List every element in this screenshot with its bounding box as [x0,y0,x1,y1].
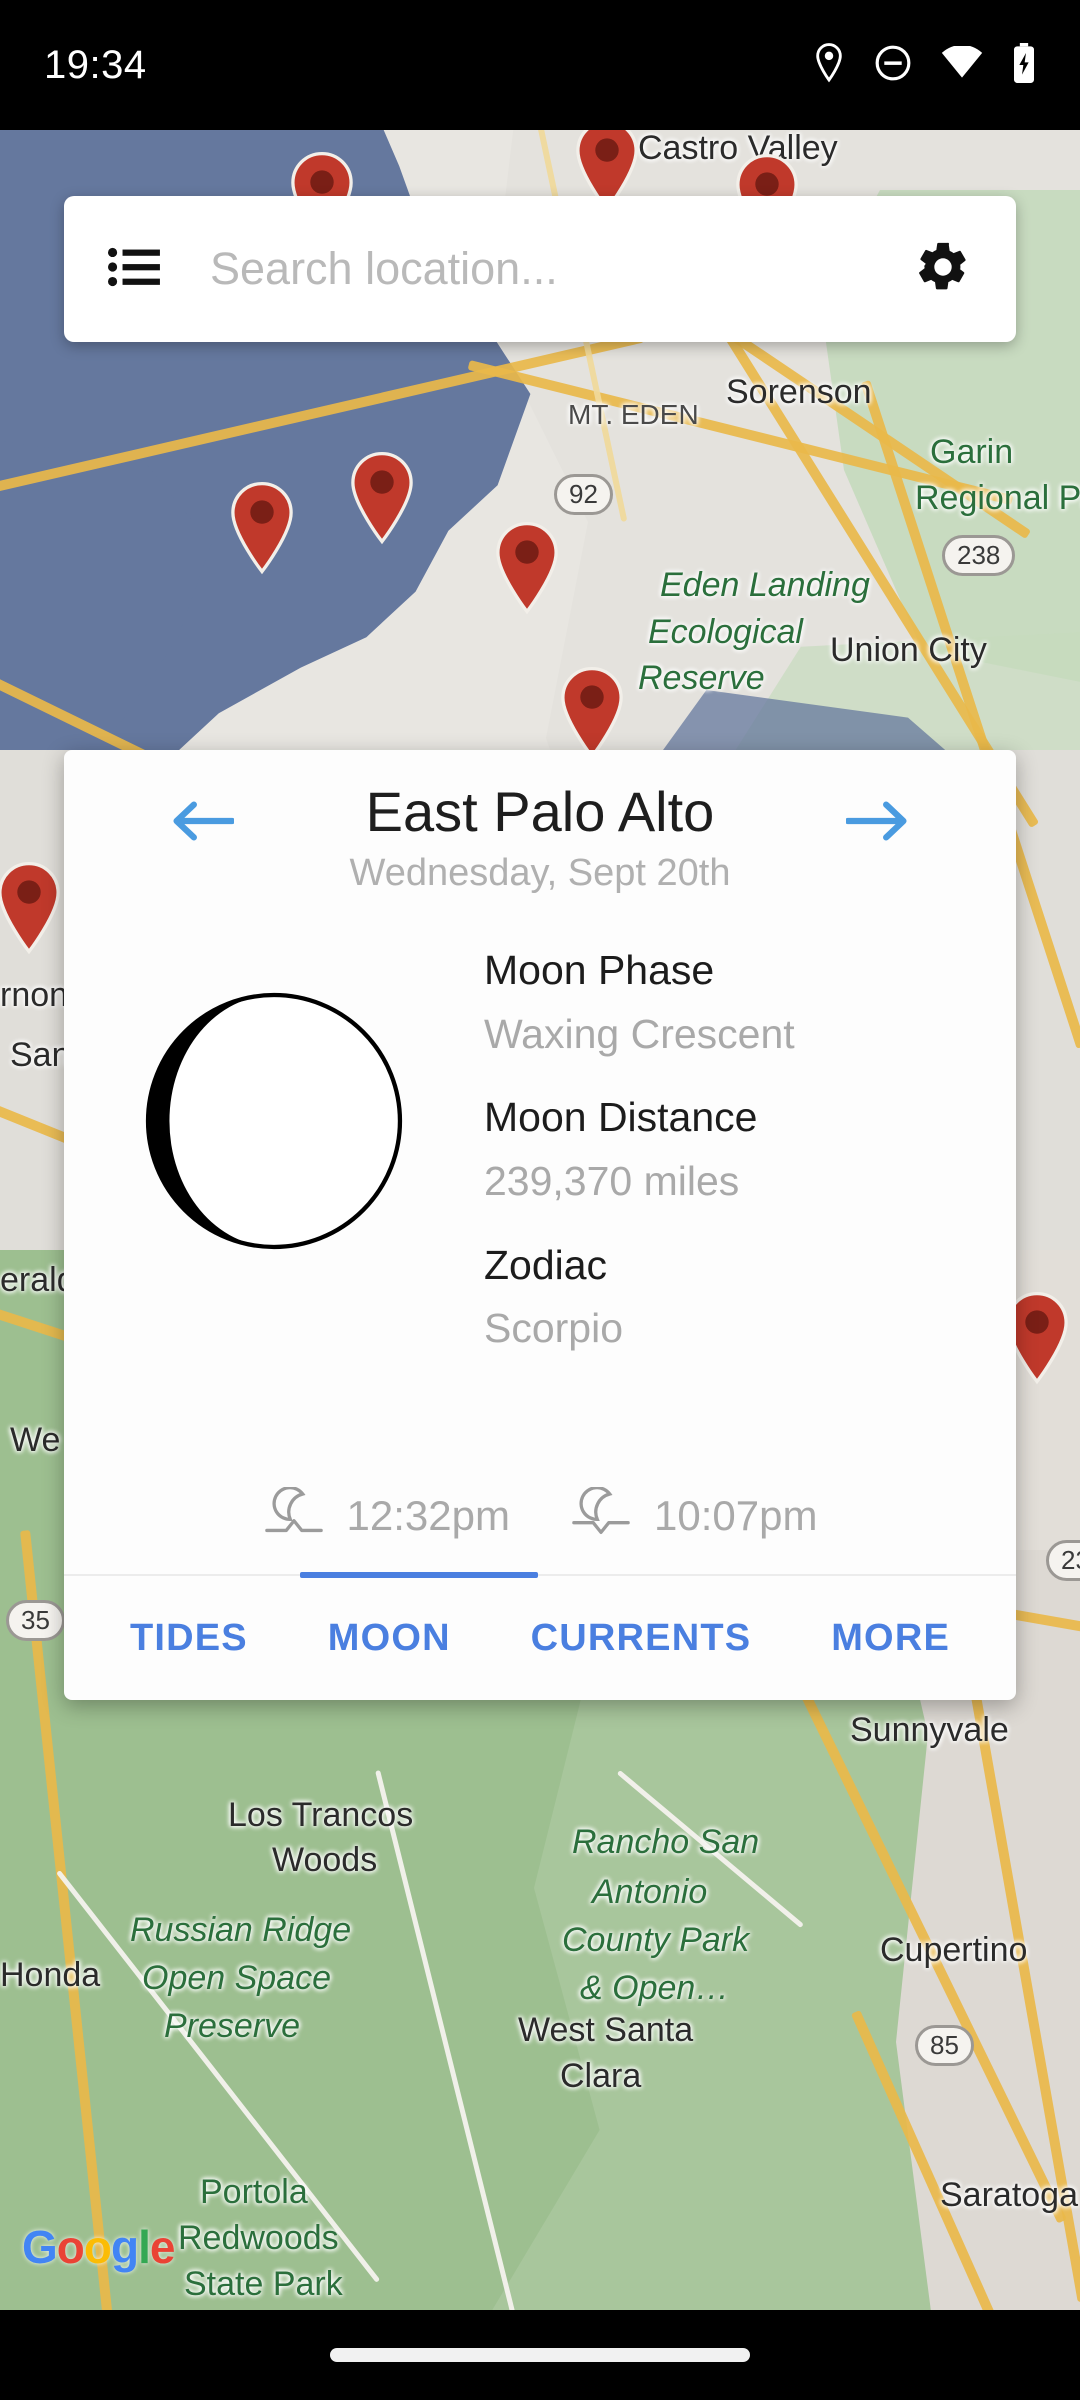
phone-screen: Castro Valley Sorenson MT. EDEN Garin Region… [0,0,1080,2400]
moon-detail-list: Moon Phase Waxing Crescent Moon Distance 23… [484,929,1016,1380]
card-body: Moon Phase Waxing Crescent Moon Distance 23… [64,895,1016,1487]
map-route-shield: 35 [6,1600,65,1642]
search-bar[interactable]: Search location... [64,196,1016,342]
map-label: Garin [930,433,1014,471]
map-label: San [10,1036,71,1074]
map-label: Ecological [648,613,803,651]
map-label: Eden Landing [660,566,870,604]
map-location-pin[interactable] [555,665,629,761]
gear-icon[interactable] [914,238,972,301]
time-value: 12:32pm [346,1491,510,1539]
moonset-icon [570,1486,632,1544]
detail-value: Waxing Crescent [484,1010,795,1057]
map-label: Clara [560,2057,642,2095]
time-value: 10:07pm [654,1491,818,1539]
map-location-pin[interactable] [225,480,299,576]
map-label: Regional Park [915,479,1080,517]
wifi-icon [940,44,984,85]
detail-value: 239,370 miles [484,1158,740,1205]
location-pin-icon [812,42,846,88]
moon-graphic-column [64,929,484,1255]
map-label: Sorenson [726,373,872,411]
map-label: Open Space [142,1959,332,1997]
tab-tides[interactable]: TIDES [130,1617,248,1660]
home-gesture-pill[interactable] [330,2348,750,2362]
map-label: State Park [184,2265,343,2303]
card-date-subtitle: Wednesday, Sept 20th [349,852,731,895]
moonset-item: 10:07pm [570,1486,818,1544]
tab-bar: TIDES MOON CURRENTS MORE [64,1572,1016,1700]
status-bar-clock: 19:34 [44,42,147,87]
map-label: Cupertino [880,1931,1028,1969]
tab-currents[interactable]: CURRENTS [531,1617,752,1660]
moonrise-icon [263,1486,325,1544]
moonrise-item: 12:32pm [263,1486,510,1544]
tab-more[interactable]: MORE [831,1617,950,1660]
map-label: rnon [0,976,69,1014]
system-navigation-bar [0,2310,1080,2400]
detail-label: Moon Distance [484,1094,758,1141]
map-label: Redwoods [178,2219,339,2257]
map-route-shield: 85 [915,2025,974,2067]
map-label: We [10,1421,61,1459]
map-label: Reserve [638,659,765,697]
map-label: Saratoga [940,2176,1078,2214]
map-label: Sunnyvale [850,1711,1009,1749]
map-route-shield: 238 [942,535,1016,577]
status-bar: 19:34 [0,0,1080,130]
map-route-shield: 92 [554,474,613,516]
map-label: County Park [562,1921,750,1959]
waxing-crescent-moon-icon [140,987,408,1255]
active-tab-indicator [300,1572,538,1578]
map-label: Antonio [592,1873,708,1911]
map-route-shield: 23 [1046,1540,1080,1582]
map-label: Honda [0,1956,101,1994]
card-header: East Palo Alto Wednesday, Sept 20th [64,750,1016,895]
detail-value: Scorpio [484,1305,624,1352]
map-label: Woods [272,1841,378,1879]
map-label: Portola [200,2173,308,2211]
map-label: Russian Ridge [130,1911,352,1949]
search-input[interactable]: Search location... [210,243,914,295]
map-location-pin[interactable] [0,860,66,956]
moonrise-moonset-row: 12:32pm 10:07pm [64,1486,1016,1574]
map-label: Los Trancos [228,1796,414,1834]
map-label: MT. EDEN [568,399,699,430]
status-bar-icons [812,42,1036,88]
list-icon[interactable] [108,245,162,294]
tab-moon[interactable]: MOON [328,1617,451,1660]
map-location-pin[interactable] [345,450,419,546]
do-not-disturb-icon [874,44,912,87]
map-label: Rancho San [572,1823,760,1861]
detail-label: Moon Phase [484,947,715,994]
detail-label: Zodiac [484,1241,608,1288]
map-label: Union City [830,631,987,669]
next-day-button[interactable] [834,788,920,858]
location-info-card: East Palo Alto Wednesday, Sept 20th Moon… [64,750,1016,1700]
google-attribution-logo: Google [22,2221,175,2273]
map-label: West Santa [518,2011,694,2049]
map-label: Preserve [164,2007,301,2045]
arrow-left-icon [172,798,236,849]
arrow-right-icon [844,798,908,849]
map-location-pin[interactable] [490,520,564,616]
previous-day-button[interactable] [160,788,246,858]
map-label: & Open… [580,1969,730,2007]
battery-charging-icon [1012,42,1036,88]
